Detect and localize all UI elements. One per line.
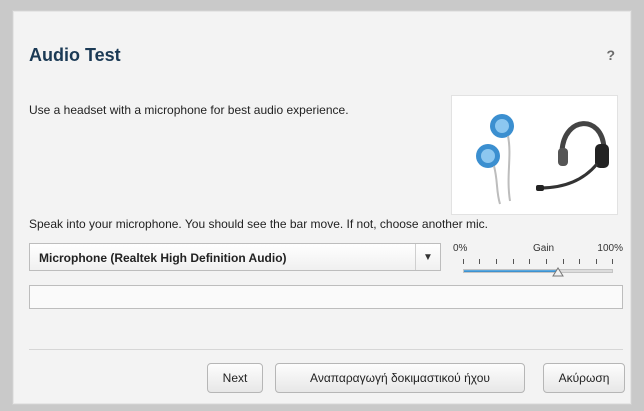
- divider: [29, 349, 623, 350]
- audio-test-dialog: Audio Test ? Use a headset with a microp…: [12, 10, 632, 405]
- microphone-select[interactable]: Microphone (Realtek High Definition Audi…: [29, 243, 441, 271]
- cancel-button[interactable]: Ακύρωση: [543, 363, 625, 393]
- gain-label: Gain: [533, 243, 555, 254]
- description-text: Use a headset with a microphone for best…: [29, 103, 349, 117]
- gain-slider-track[interactable]: [463, 269, 613, 273]
- dialog-title: Audio Test: [29, 45, 121, 65]
- next-button[interactable]: Next: [207, 363, 263, 393]
- gain-control: 0% Gain 100%: [453, 243, 623, 283]
- gain-slider-fill: [464, 270, 558, 272]
- headset-image: [451, 95, 618, 215]
- headset-earphones-illustration: [476, 114, 609, 205]
- help-button[interactable]: ?: [606, 47, 615, 63]
- mic-level-meter: [29, 285, 623, 309]
- gain-min-label: 0%: [453, 243, 468, 254]
- microphone-select-value: Microphone (Realtek High Definition Audi…: [39, 251, 287, 265]
- earphones-icon: [476, 114, 514, 205]
- headset-icon: [536, 121, 609, 191]
- play-test-sound-button[interactable]: Αναπαραγωγή δοκιμαστικού ήχου: [275, 363, 525, 393]
- gain-slider-thumb-icon[interactable]: [551, 267, 564, 277]
- gain-max-label: 100%: [597, 243, 623, 254]
- instruction-text: Speak into your microphone. You should s…: [29, 217, 488, 231]
- chevron-down-icon[interactable]: ▼: [415, 244, 440, 270]
- gain-ticks: [463, 259, 613, 269]
